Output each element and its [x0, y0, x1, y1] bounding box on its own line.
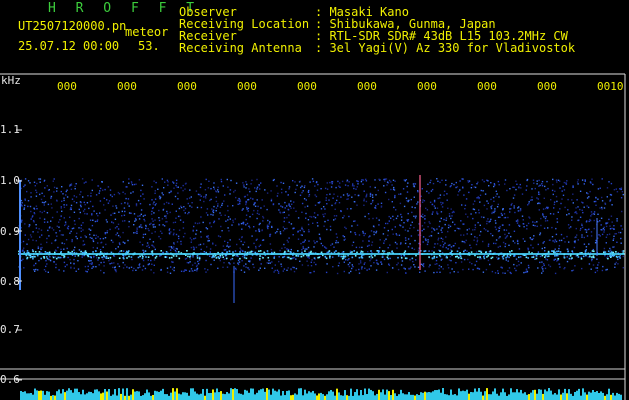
y-axis-unit: kHz [1, 74, 21, 87]
x-tick-label: 000 [537, 80, 557, 93]
datetime: 25.07.12 00:00 [18, 39, 120, 53]
antenna-label: Receiving Antenna [179, 41, 302, 55]
x-tick-label: 000 [297, 80, 317, 93]
y-tick-label: 1.1 [0, 123, 20, 136]
x-tick-label: 000 [417, 80, 437, 93]
file-name: UT2507120000.pn [18, 19, 127, 33]
y-tick-label: 0.9 [0, 225, 20, 238]
x-tick-label: 000 [237, 80, 257, 93]
x-tick-label: 000 [177, 80, 197, 93]
x-tick-label: 000 [57, 80, 77, 93]
x-tick-label: 000 [477, 80, 497, 93]
y-tick-label: 0.8 [0, 275, 20, 288]
y-tick-label: 0.6 [0, 373, 20, 386]
program-title: H R O F F T [48, 1, 201, 16]
count: 53. [138, 39, 160, 53]
x-tick-label: 000 [357, 80, 377, 93]
mode-label: meteor [125, 25, 169, 39]
y-tick-label: 1.0 [0, 174, 20, 187]
noise-field [18, 178, 625, 275]
antenna-value: : 3el Yagi(V) Az 330 for Vladivostok [315, 41, 576, 55]
y-tick-label: 0.7 [0, 323, 20, 336]
x-tick-label: 0010 [597, 80, 624, 93]
bottom-activity-strip [20, 388, 622, 400]
spectrogram [0, 73, 626, 400]
x-tick-label: 000 [117, 80, 137, 93]
